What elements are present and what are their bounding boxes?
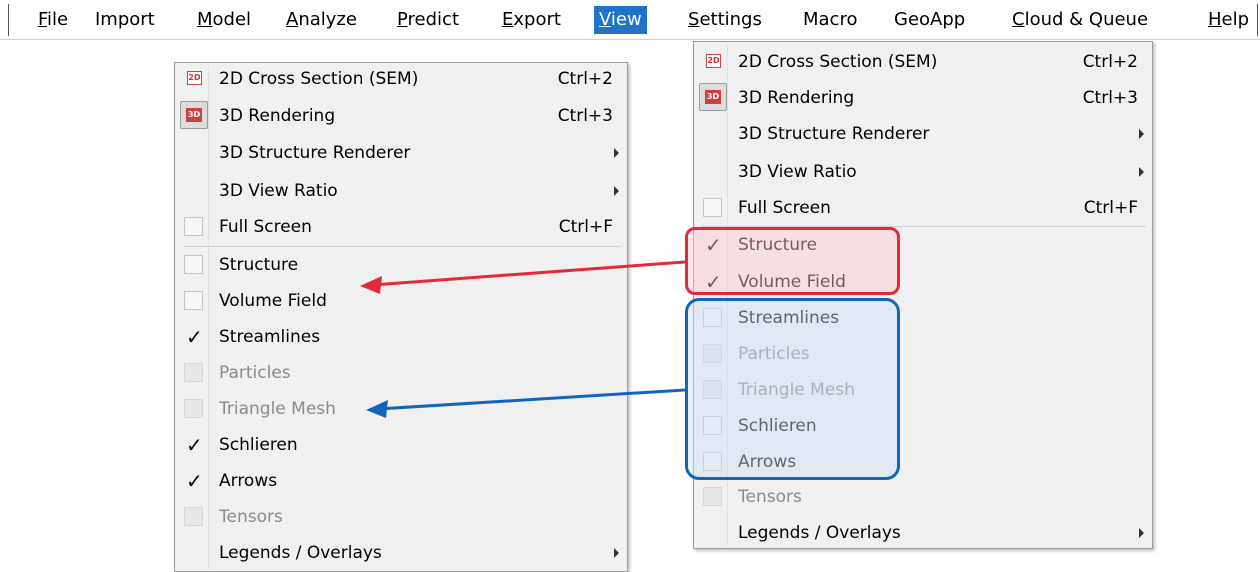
annotation-arrows: [360, 260, 686, 418]
red-arrow: [371, 260, 686, 287]
blue-arrowhead: [366, 400, 388, 418]
red-arrowhead: [360, 276, 382, 294]
blue-arrow: [377, 388, 686, 411]
